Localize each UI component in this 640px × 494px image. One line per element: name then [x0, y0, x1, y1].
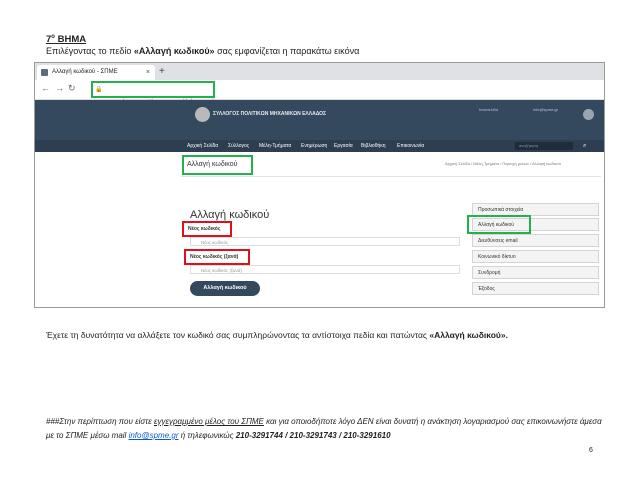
sidebar-item-subscription[interactable]: Συνδρομή: [472, 266, 599, 279]
sidebar-item-social-network[interactable]: Κοινωνικό δίκτυο: [472, 250, 599, 263]
page-number: 6: [589, 447, 593, 454]
reload-icon[interactable]: ↻: [68, 83, 76, 94]
site-logo: [195, 107, 210, 122]
new-tab-icon[interactable]: +: [159, 63, 165, 80]
browser-tab[interactable]: Αλλαγή κωδικού - ΣΠΜΕ ×: [37, 65, 155, 80]
divider: [181, 176, 601, 177]
step-heading: 7ο ΒΗΜΑ: [46, 34, 87, 46]
search-input[interactable]: αναζήτηση: [515, 142, 573, 150]
new-password-field[interactable]: Νέος κωδικός: [190, 237, 460, 246]
intro-text: Επιλέγοντας το πεδίο «Αλλαγή κωδικού» σα…: [46, 46, 360, 56]
menu-item-members[interactable]: Μέλη-Τμήματα: [259, 140, 291, 152]
close-tab-icon[interactable]: ×: [146, 65, 150, 80]
breadcrumb[interactable]: Αρχική Σελίδα / Μέλη-Τμήματα / Περιοχή μ…: [445, 161, 561, 166]
sidebar-highlight-box: [467, 215, 531, 234]
menu-item-association[interactable]: Σύλλογος: [228, 140, 249, 152]
instructions-text: Έχετε τη δυνατότητα να αλλάξετε τον κωδι…: [46, 330, 508, 340]
menu-item-library[interactable]: Βιβλιοθήκη: [361, 140, 386, 152]
title-highlight-box: [182, 155, 253, 175]
main-menu: Αρχική Σελίδα Σύλλογος Μέλη-Τμήματα Ενημ…: [35, 140, 604, 152]
search-icon[interactable]: ⌕: [583, 140, 586, 152]
address-bar: ← → ↻ 🔒spme.gr/account/password/change/: [35, 80, 604, 106]
back-icon[interactable]: ←: [41, 83, 50, 93]
menu-item-news[interactable]: Ενημέρωση: [301, 140, 327, 152]
form-heading: Αλλαγή κωδικού: [190, 209, 270, 221]
top-link-email[interactable]: info@spme.gr: [533, 107, 558, 112]
menu-item-jobs[interactable]: Εργασία: [334, 140, 353, 152]
favicon-icon: [41, 69, 48, 76]
confirm-password-field[interactable]: Νέος κωδικός (ξανά): [190, 265, 460, 274]
site-name: ΣΥΛΛΟΓΟΣ ΠΟΛΙΤΙΚΩΝ ΜΗΧΑΝΙΚΩΝ ΕΛΛΑΔΟΣ: [213, 111, 327, 117]
browser-screenshot: Αλλαγή κωδικού - ΣΠΜΕ × + ← → ↻ 🔒spme.gr…: [34, 62, 605, 308]
url-highlight-box: [91, 81, 215, 98]
menu-item-contact[interactable]: Επικοινωνία: [397, 140, 424, 152]
email-link[interactable]: info@spme.gr: [129, 431, 179, 440]
avatar[interactable]: [583, 109, 594, 120]
new-password-label-highlight: [182, 221, 232, 237]
change-password-button[interactable]: Αλλαγή κωδικού: [190, 281, 260, 296]
tab-title: Αλλαγή κωδικού - ΣΠΜΕ: [52, 69, 118, 75]
confirm-password-label-highlight: [184, 249, 250, 265]
support-note: ###Στην περίπτωση που είστε εγγεγραμμένο…: [46, 417, 602, 440]
menu-item-home[interactable]: Αρχική Σελίδα: [187, 140, 218, 152]
sidebar-item-logout[interactable]: Έξοδος: [472, 282, 599, 295]
site-header: ΣΥΛΛΟΓΟΣ ΠΟΛΙΤΙΚΩΝ ΜΗΧΑΝΙΚΩΝ ΕΛΛΑΔΟΣ Ιστ…: [35, 100, 604, 140]
forward-icon[interactable]: →: [55, 83, 64, 93]
sidebar-item-email-addresses[interactable]: Διευθύνσεις email: [472, 234, 599, 247]
top-link-website[interactable]: Ιστοσελίδα: [479, 107, 498, 112]
tab-bar: Αλλαγή κωδικού - ΣΠΜΕ × +: [35, 63, 604, 80]
